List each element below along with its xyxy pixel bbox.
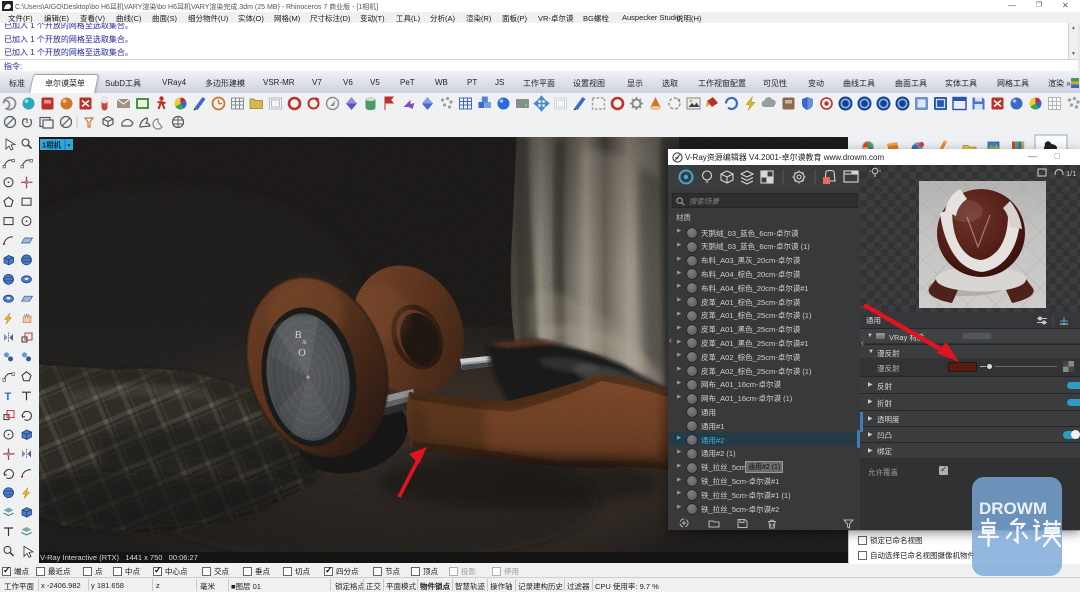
svg-text:T: T xyxy=(5,391,12,403)
svg-text:▼: ▼ xyxy=(67,143,72,149)
svg-text:V-Ray Interactive (RTX) 1441: V-Ray Interactive (RTX) 1441 x 750 00:06… xyxy=(40,553,198,562)
svg-text:1相机: 1相机 xyxy=(42,140,62,150)
svg-text:1/1: 1/1 xyxy=(1066,169,1076,178)
